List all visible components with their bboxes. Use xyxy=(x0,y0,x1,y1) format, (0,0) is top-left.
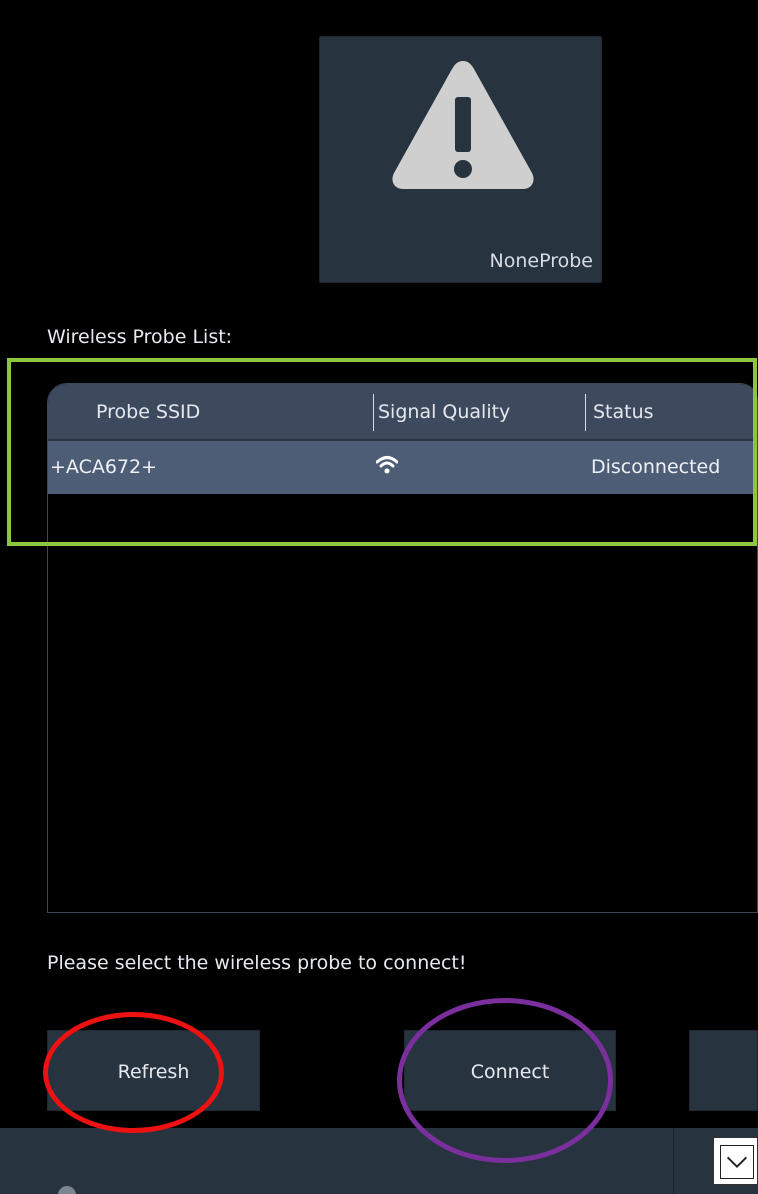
table-header: Probe SSID Signal Quality Status xyxy=(48,384,757,441)
wireless-probe-screen: NoneProbe Wireless Probe List: Probe SSI… xyxy=(0,0,758,1194)
probe-ssid-cell: +ACA672+ xyxy=(50,456,158,478)
partial-button[interactable] xyxy=(689,1030,758,1111)
connect-button[interactable]: Connect xyxy=(404,1030,616,1111)
refresh-button[interactable]: Refresh xyxy=(47,1030,260,1111)
bottom-bar xyxy=(0,1128,758,1194)
column-header-probe-ssid[interactable]: Probe SSID xyxy=(96,384,200,441)
column-header-signal-quality[interactable]: Signal Quality xyxy=(378,384,510,441)
connect-hint-text: Please select the wireless probe to conn… xyxy=(47,952,467,974)
column-separator xyxy=(373,394,374,431)
warning-triangle-icon xyxy=(392,61,534,189)
wifi-icon xyxy=(376,456,398,474)
probe-tile[interactable]: NoneProbe xyxy=(319,36,602,283)
dropdown-toggle[interactable] xyxy=(713,1137,758,1185)
wireless-probe-list-title: Wireless Probe List: xyxy=(47,326,233,348)
column-header-status[interactable]: Status xyxy=(593,384,654,441)
probe-name: NoneProbe xyxy=(489,250,593,272)
bottom-bar-divider xyxy=(673,1128,674,1194)
column-separator xyxy=(585,394,586,431)
wireless-probe-table: Probe SSID Signal Quality Status +ACA672… xyxy=(47,383,758,913)
probe-status-cell: Disconnected xyxy=(591,456,721,478)
chevron-down-icon xyxy=(720,1145,754,1179)
table-row[interactable]: +ACA672+ Disconnected xyxy=(48,441,757,494)
